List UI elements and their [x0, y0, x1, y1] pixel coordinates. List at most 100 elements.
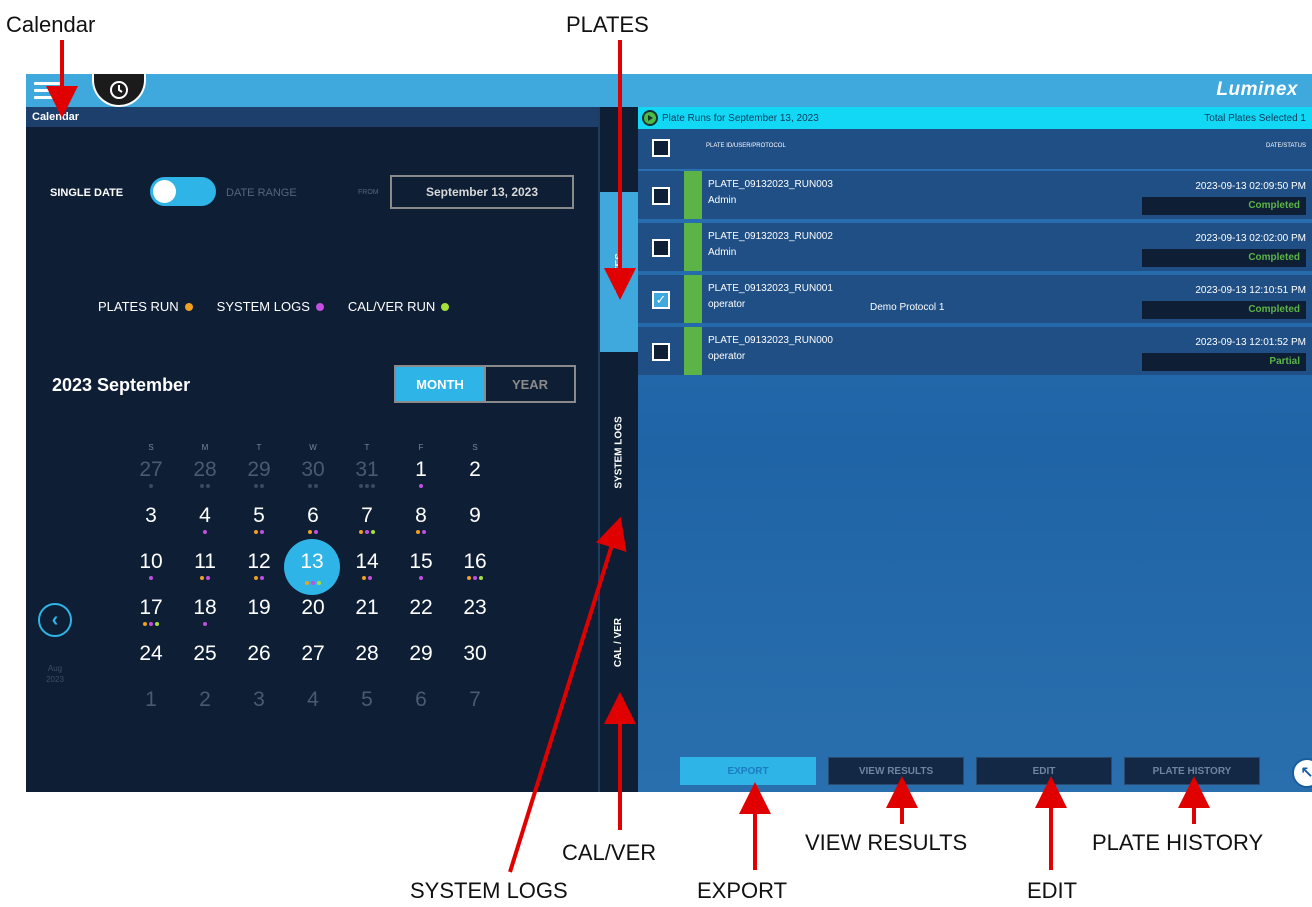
calendar-day[interactable]: 27 [286, 641, 340, 687]
event-dot-icon [143, 622, 147, 626]
action-bar: EXPORT VIEW RESULTS EDIT PLATE HISTORY [638, 750, 1312, 792]
calendar-day-dots [232, 530, 286, 535]
calendar-day-dots [124, 668, 178, 673]
calendar-day[interactable]: 14 [340, 549, 394, 595]
month-button[interactable]: MONTH [396, 367, 484, 401]
plates-column-header: PLATE ID/USER/PROTOCOL DATE/STATUS [638, 129, 1312, 169]
calendar-day-dots [232, 714, 286, 719]
calendar-day[interactable]: 16 [448, 549, 502, 595]
history-clock-icon[interactable] [92, 74, 146, 107]
plate-row[interactable]: PLATE_09132023_RUN003 Admin 2023-09-13 02:… [638, 171, 1312, 219]
tab-plates[interactable]: PLATES [600, 192, 638, 352]
plate-id: PLATE_09132023_RUN003 [708, 179, 833, 190]
calendar-day[interactable]: 6 [394, 687, 448, 733]
calendar-day-dots [340, 576, 394, 581]
calendar-day[interactable]: 18 [178, 595, 232, 641]
calendar-day[interactable]: 9 [448, 503, 502, 549]
calendar-day[interactable]: 30 [286, 457, 340, 503]
calendar-day[interactable]: 31 [340, 457, 394, 503]
plate-row-checkbox[interactable] [652, 187, 670, 205]
event-dot-icon [308, 484, 312, 488]
calendar-day-selected[interactable]: 13 [284, 539, 340, 595]
calendar-day-number: 27 [301, 642, 325, 665]
plate-history-button[interactable]: PLATE HISTORY [1124, 757, 1260, 785]
calendar-day-dots [124, 714, 178, 719]
plate-row-checkbox[interactable]: ✓ [652, 291, 670, 309]
calendar-day[interactable]: 7 [340, 503, 394, 549]
plate-id: PLATE_09132023_RUN000 [708, 335, 833, 346]
previous-month-button[interactable]: ‹ [38, 603, 72, 637]
select-all-checkbox[interactable] [652, 139, 670, 157]
hamburger-icon[interactable] [34, 78, 60, 104]
calendar-day[interactable]: 27 [124, 457, 178, 503]
calendar-day[interactable]: 24 [124, 641, 178, 687]
calendar-day[interactable]: 12 [232, 549, 286, 595]
export-button[interactable]: EXPORT [680, 757, 816, 785]
weekday-label: S [148, 443, 154, 452]
event-dot-icon [371, 484, 375, 488]
plate-row-checkbox[interactable] [652, 343, 670, 361]
view-switch: MONTH YEAR [394, 365, 576, 403]
event-dot-icon [467, 576, 471, 580]
calendar-day[interactable]: 3 [124, 503, 178, 549]
date-mode-toggle[interactable] [150, 177, 216, 206]
calendar-day-dots [394, 576, 448, 581]
calendar-day[interactable]: 1 [394, 457, 448, 503]
calendar-day-number: 19 [247, 596, 271, 619]
calendar-day-dots [178, 576, 232, 581]
calendar-day-number: 3 [253, 688, 265, 711]
calendar-day[interactable]: 25 [178, 641, 232, 687]
calendar-day-dots [232, 576, 286, 581]
event-dot-icon [260, 484, 264, 488]
calendar-day-dots [394, 530, 448, 535]
calendar-day[interactable]: 1 [124, 687, 178, 733]
calendar-day[interactable]: 11 [178, 549, 232, 595]
calendar-day[interactable]: 30 [448, 641, 502, 687]
calendar-day[interactable]: 3 [232, 687, 286, 733]
calendar-day-dots [124, 622, 178, 627]
calendar-day[interactable]: 19 [232, 595, 286, 641]
calendar-day[interactable]: 4 [286, 687, 340, 733]
calendar-day[interactable]: 23 [448, 595, 502, 641]
plate-row[interactable]: PLATE_09132023_RUN000 operator 2023-09-13 … [638, 327, 1312, 375]
plate-row-checkbox[interactable] [652, 239, 670, 257]
tab-cal-ver[interactable]: CAL / VER [600, 552, 638, 732]
calendar-day[interactable]: 10 [124, 549, 178, 595]
calendar-day-dots [448, 530, 502, 535]
calendar-day-number: 30 [463, 642, 487, 665]
calendar-day[interactable]: 29 [394, 641, 448, 687]
plate-row[interactable]: ✓ PLATE_09132023_RUN001 operator Demo Proto… [638, 275, 1312, 323]
calendar-day-dots [286, 484, 340, 489]
year-button[interactable]: YEAR [484, 367, 574, 401]
calendar-day[interactable]: 4 [178, 503, 232, 549]
selected-date-field[interactable]: September 13, 2023 [390, 175, 574, 209]
calendar-day-number: 4 [307, 688, 319, 711]
edit-button[interactable]: EDIT [976, 757, 1112, 785]
calendar-day[interactable]: 5 [340, 687, 394, 733]
calendar-day[interactable]: 15 [394, 549, 448, 595]
calendar-day[interactable]: 26 [232, 641, 286, 687]
plate-row[interactable]: PLATE_09132023_RUN002 Admin 2023-09-13 02:… [638, 223, 1312, 271]
plate-user: operator [708, 299, 746, 310]
calendar-day[interactable]: 17 [124, 595, 178, 641]
tab-system-logs[interactable]: SYSTEM LOGS [600, 352, 638, 552]
play-icon[interactable] [642, 110, 658, 126]
calendar-day[interactable]: 28 [340, 641, 394, 687]
calendar-day[interactable]: 20 [286, 595, 340, 641]
calendar-day[interactable]: 21 [340, 595, 394, 641]
calendar-day[interactable]: 8 [394, 503, 448, 549]
view-results-button[interactable]: VIEW RESULTS [828, 757, 964, 785]
plates-panel: Plate Runs for September 13, 2023 Total … [638, 107, 1312, 792]
calendar-day-number: 18 [193, 596, 217, 619]
calendar-day[interactable]: 7 [448, 687, 502, 733]
calendar-day[interactable]: 5 [232, 503, 286, 549]
calendar-day[interactable]: 22 [394, 595, 448, 641]
calendar-day-dots [286, 530, 340, 535]
calendar-day[interactable]: 2 [178, 687, 232, 733]
calendar-day[interactable]: 29 [232, 457, 286, 503]
plate-status-bar [684, 275, 702, 323]
event-dot-icon [419, 484, 423, 488]
plate-status: Partial [1142, 353, 1306, 371]
calendar-day[interactable]: 2 [448, 457, 502, 503]
calendar-day[interactable]: 28 [178, 457, 232, 503]
